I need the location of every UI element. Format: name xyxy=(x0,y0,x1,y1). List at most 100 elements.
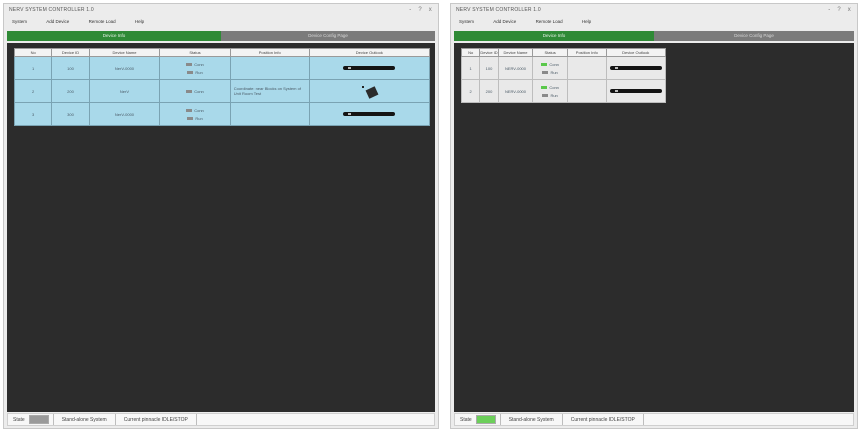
cell-position-info xyxy=(566,56,607,80)
column-header[interactable]: Position Info xyxy=(229,48,310,57)
cell-device-id: 100 xyxy=(51,56,90,80)
column-header[interactable]: Device ID xyxy=(51,48,90,57)
menu-system[interactable]: System xyxy=(459,19,474,24)
status-text: Conn xyxy=(194,88,204,94)
current-state: Current pinnacle IDLE/STOP xyxy=(123,416,188,423)
cell-status: Conn Run xyxy=(532,79,568,103)
menu-remote-load[interactable]: Remote Load xyxy=(89,19,116,24)
status-text: Conn xyxy=(194,61,204,67)
column-header[interactable]: Device Outlook xyxy=(308,48,431,57)
status-run: Run xyxy=(533,91,567,99)
status-swatch xyxy=(187,70,194,74)
help-icon[interactable]: ? xyxy=(837,7,841,13)
device-thumbnail xyxy=(609,65,662,70)
cell-no: 1 xyxy=(460,56,481,80)
robot-icon xyxy=(365,86,379,99)
tab-device-config[interactable]: Device Config Page xyxy=(221,31,435,41)
status-swatch xyxy=(186,108,193,112)
cell-no: 3 xyxy=(13,102,53,126)
status-run: Run xyxy=(160,68,230,76)
status-swatch xyxy=(186,89,193,93)
cell-device-name: NerV xyxy=(88,79,161,103)
device-panel: No Device ID Device Name Status Position… xyxy=(454,43,854,412)
column-header[interactable]: No xyxy=(460,48,481,57)
table-row[interactable]: 1 100 NERV-0000 Conn Run xyxy=(460,56,666,80)
marker-icon xyxy=(361,86,364,88)
tab-device-info[interactable]: Device Info xyxy=(454,31,654,41)
status-swatch xyxy=(542,93,549,97)
column-header[interactable]: Status xyxy=(159,48,231,57)
tab-device-config[interactable]: Device Config Page xyxy=(654,31,854,41)
status-text: Conn xyxy=(194,107,204,113)
cell-device-name: NERV-0000 xyxy=(497,56,534,80)
column-header[interactable]: Device Name xyxy=(88,48,161,57)
window-title: NERV SYSTEM CONTROLLER 1.0 xyxy=(456,7,541,13)
device-table: No Device ID Device Name Status Position… xyxy=(460,48,666,103)
cell-position-info xyxy=(229,102,310,126)
menu-add-device[interactable]: Add Device xyxy=(46,19,69,24)
cell-device-outlook xyxy=(308,102,431,126)
cell-device-outlook xyxy=(308,56,431,80)
device-panel: No Device ID Device Name Status Position… xyxy=(7,43,435,412)
status-text: Run xyxy=(195,115,203,121)
window-controls: - ? x xyxy=(823,7,851,13)
cell-device-outlook xyxy=(605,79,666,103)
cell-no: 1 xyxy=(13,56,53,80)
table-row[interactable]: 2 200 NerV Conn Coordinate: near Blocks … xyxy=(13,79,431,103)
device-table: No Device ID Device Name Status Position… xyxy=(13,48,431,126)
system-mode: Stand-alone System xyxy=(61,416,107,423)
column-header[interactable]: Device ID xyxy=(479,48,499,57)
divider xyxy=(195,414,197,425)
menu-remote-load[interactable]: Remote Load xyxy=(536,19,563,24)
help-icon[interactable]: ? xyxy=(418,7,422,13)
column-header[interactable]: Status xyxy=(532,48,568,57)
system-mode: Stand-alone System xyxy=(508,416,554,423)
menu-system[interactable]: System xyxy=(12,19,27,24)
cell-status: Conn xyxy=(159,79,231,103)
status-swatch xyxy=(542,70,549,74)
minimize-icon[interactable]: - xyxy=(828,7,830,13)
status-text: Run xyxy=(195,69,203,75)
tab-device-info[interactable]: Device Info xyxy=(7,31,221,41)
app-window-left: NERV SYSTEM CONTROLLER 1.0 - ? x System … xyxy=(3,3,439,429)
state-indicator xyxy=(28,415,49,424)
menu-add-device[interactable]: Add Device xyxy=(493,19,516,24)
status-conn: Conn xyxy=(160,87,230,95)
status-swatch xyxy=(187,116,194,120)
status-conn: Conn xyxy=(533,83,567,91)
status-text: Run xyxy=(550,92,558,98)
state-indicator xyxy=(475,415,496,424)
close-icon[interactable]: x xyxy=(848,7,851,13)
table-row[interactable]: 1 100 NerV-0000 Conn Run xyxy=(13,56,431,80)
current-state: Current pinnacle IDLE/STOP xyxy=(570,416,635,423)
tab-bar: Device Info Device Config Page xyxy=(7,31,435,41)
device-thumbnail xyxy=(609,88,662,93)
cell-no: 2 xyxy=(460,79,481,103)
column-header[interactable]: No xyxy=(13,48,53,57)
cell-device-id: 300 xyxy=(51,102,90,126)
divider xyxy=(499,414,501,425)
cell-device-id: 100 xyxy=(479,56,499,80)
minimize-icon[interactable]: - xyxy=(409,7,411,13)
status-bar: State Stand-alone System Current pinnacl… xyxy=(454,413,854,426)
table-row[interactable]: 3 300 NerV-0000 Conn Run xyxy=(13,102,431,126)
cell-position-info xyxy=(566,79,607,103)
menu-help[interactable]: Help xyxy=(135,19,144,24)
device-thumbnail xyxy=(343,65,396,70)
close-icon[interactable]: x xyxy=(429,7,432,13)
window-title: NERV SYSTEM CONTROLLER 1.0 xyxy=(9,7,94,13)
cell-device-name: NERV-0000 xyxy=(497,79,534,103)
tab-bar: Device Info Device Config Page xyxy=(454,31,854,41)
menu-bar: System Add Device Remote Load Help xyxy=(451,18,857,29)
menu-help[interactable]: Help xyxy=(582,19,591,24)
status-text: Conn xyxy=(549,61,559,67)
column-header[interactable]: Position Info xyxy=(566,48,607,57)
column-header[interactable]: Device Outlook xyxy=(605,48,666,57)
cell-no: 2 xyxy=(13,79,53,103)
table-header-row: No Device ID Device Name Status Position… xyxy=(460,48,666,57)
state-label: State xyxy=(460,416,472,423)
column-header[interactable]: Device Name xyxy=(497,48,534,57)
table-row[interactable]: 2 200 NERV-0000 Conn Run xyxy=(460,79,666,103)
status-swatch xyxy=(541,62,548,66)
cell-device-outlook xyxy=(605,56,666,80)
